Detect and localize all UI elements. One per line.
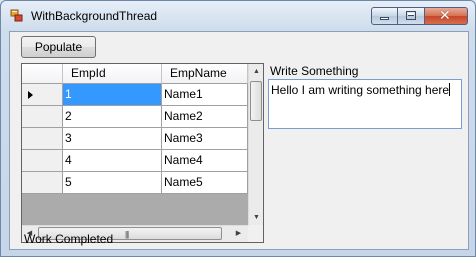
textbox-value: Hello I am writing something here xyxy=(271,83,450,97)
window-frame: WithBackgroundThread ✕ Populate EmpId Em… xyxy=(0,0,476,257)
maximize-icon xyxy=(406,11,416,20)
write-something-label: Write Something xyxy=(270,64,359,78)
cell-empname[interactable]: Name2 xyxy=(162,106,248,128)
row-header[interactable] xyxy=(22,128,63,150)
employee-grid[interactable]: EmpId EmpName 1 Name1 2 Name2 3 Name3 4 … xyxy=(21,63,264,243)
scroll-down-icon[interactable]: ▼ xyxy=(249,210,263,225)
current-row-icon xyxy=(28,91,33,99)
cell-empname[interactable]: Name4 xyxy=(162,150,248,172)
cell-empid[interactable]: 2 xyxy=(63,106,162,128)
column-header-empid[interactable]: EmpId xyxy=(63,64,162,84)
write-something-textbox[interactable]: Hello I am writing something here xyxy=(268,79,462,129)
scroll-right-icon[interactable]: ▶ xyxy=(231,226,246,242)
text-caret xyxy=(449,83,451,96)
table-row[interactable]: 5 Name5 xyxy=(22,172,248,194)
row-header[interactable] xyxy=(22,150,63,172)
row-header[interactable] xyxy=(22,84,63,106)
table-row[interactable]: 2 Name2 xyxy=(22,106,248,128)
vertical-scroll-thumb[interactable] xyxy=(250,81,262,121)
table-row[interactable]: 3 Name3 xyxy=(22,128,248,150)
title-bar[interactable]: WithBackgroundThread ✕ xyxy=(1,1,475,31)
cell-empid[interactable]: 4 xyxy=(63,150,162,172)
grip-icon: ||| xyxy=(125,230,129,239)
cell-empid[interactable]: 1 xyxy=(63,84,162,106)
minimize-icon xyxy=(380,17,389,20)
app-icon xyxy=(10,9,23,22)
close-button[interactable]: ✕ xyxy=(425,7,468,25)
row-header[interactable] xyxy=(22,172,63,194)
cell-empname[interactable]: Name1 xyxy=(162,84,248,106)
form-client-area: Populate EmpId EmpName 1 Name1 2 Name2 3… xyxy=(9,31,469,250)
scrollbar-corner xyxy=(248,225,263,242)
grid-vertical-scrollbar[interactable]: ▲ ▼ xyxy=(248,64,263,225)
cell-empname[interactable]: Name3 xyxy=(162,128,248,150)
table-row[interactable]: 1 Name1 xyxy=(22,84,248,106)
populate-button[interactable]: Populate xyxy=(21,36,96,58)
window-title: WithBackgroundThread xyxy=(31,9,158,23)
close-icon: ✕ xyxy=(439,8,451,24)
grid-corner-header[interactable] xyxy=(22,64,63,84)
maximize-button[interactable] xyxy=(398,7,425,25)
status-label: Work Completed xyxy=(24,232,114,246)
minimize-button[interactable] xyxy=(371,7,398,25)
table-row[interactable]: 4 Name4 xyxy=(22,150,248,172)
cell-empid[interactable]: 5 xyxy=(63,172,162,194)
row-header[interactable] xyxy=(22,106,63,128)
cell-empname[interactable]: Name5 xyxy=(162,172,248,194)
column-header-empname[interactable]: EmpName xyxy=(162,64,248,84)
scroll-up-icon[interactable]: ▲ xyxy=(249,64,263,79)
cell-empid[interactable]: 3 xyxy=(63,128,162,150)
